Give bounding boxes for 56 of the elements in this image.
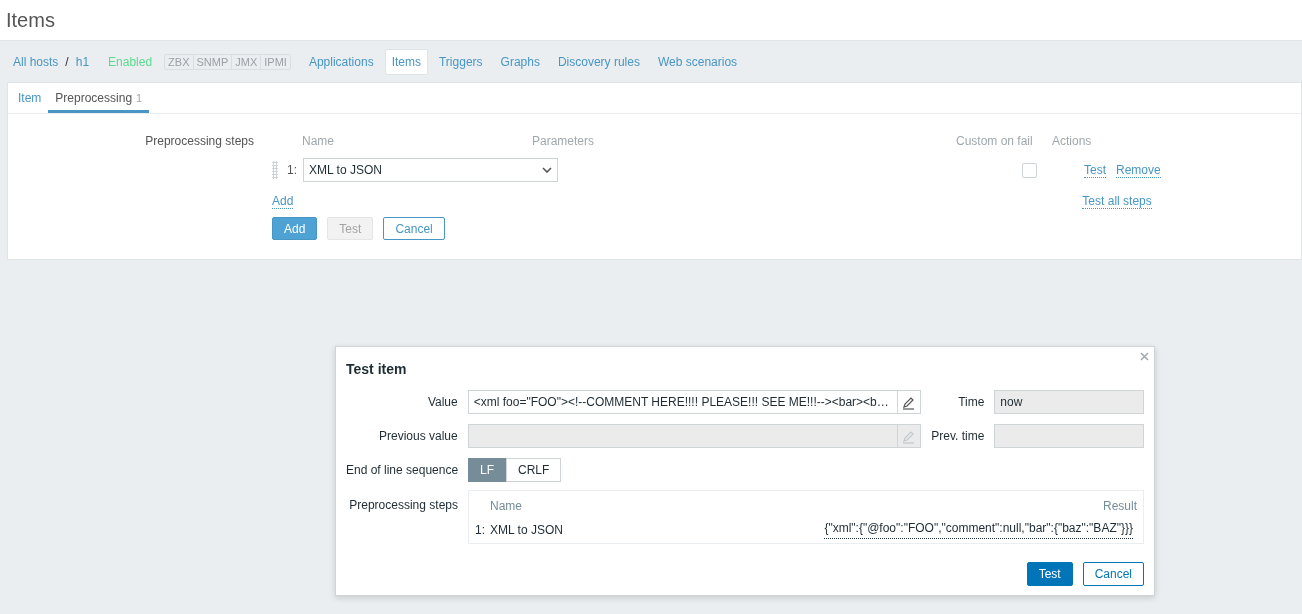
step-number: 1: [475, 522, 486, 539]
field-label: Value [426, 394, 459, 411]
form-button[interactable]: Add [272, 217, 318, 240]
time-field[interactable]: now [994, 390, 1144, 414]
nav-tab[interactable]: Graphs [493, 48, 547, 75]
form-tab[interactable]: Preprocessing 1 [48, 83, 150, 113]
nav-tab[interactable]: Triggers [432, 48, 490, 75]
breadcrumb-link[interactable]: All hosts [13, 52, 59, 71]
test-all-steps-link[interactable]: Test all steps [1082, 193, 1152, 209]
column-header: Parameters [532, 133, 596, 149]
step-result: {"xml":{"@foo":"FOO","comment":null,"bar":{"baz":"BAZ"}}} [824, 521, 1133, 539]
column-header: Name [490, 498, 522, 515]
field-label: Prev. time [930, 428, 986, 445]
availability-label: ZBX [167, 54, 191, 69]
dialog-button[interactable]: Test [1026, 562, 1073, 586]
field-label: Time [957, 394, 986, 411]
dialog-button[interactable]: Cancel [1082, 562, 1144, 586]
action-link[interactable]: Test [1084, 162, 1106, 178]
availability-label: SNMP [192, 54, 232, 69]
nav-tab[interactable]: Discovery rules [550, 48, 647, 75]
action-link[interactable]: Remove [1116, 162, 1161, 178]
step-number: 1: [287, 162, 298, 179]
previous-time-field[interactable] [994, 424, 1144, 448]
breadcrumb-link[interactable]: h1 [75, 52, 90, 71]
column-header: Custom on fail [956, 133, 1034, 149]
checkbox[interactable] [1022, 162, 1037, 178]
column-header: Result [1103, 498, 1137, 515]
chevron-down-icon [542, 167, 552, 173]
field-label: Previous value [378, 428, 459, 445]
breadcrumb-separator: / [65, 53, 69, 71]
add-link[interactable]: Add [272, 193, 294, 209]
field-label: Preprocessing steps [144, 133, 255, 150]
form-tab[interactable]: Item [11, 83, 49, 113]
nav-tab[interactable]: Items [384, 48, 428, 75]
status-label: Enabled [108, 53, 153, 71]
form-button[interactable]: Cancel [383, 217, 445, 240]
availability-label: IPMI [260, 54, 290, 69]
field-label: Preprocessing steps [348, 497, 459, 514]
segment-button[interactable]: CRLF [506, 458, 562, 482]
dialog-title: Test item [346, 360, 407, 379]
column-header: Name [301, 133, 335, 149]
nav-tab[interactable]: Web scenarios [650, 48, 745, 75]
column-header: Actions [1052, 133, 1093, 149]
step-type-select[interactable]: XML to JSON [303, 158, 558, 182]
value-field[interactable]: <xml foo="FOO"><!--COMMENT HERE!!!! PLEASE!!! SEE ME!!!--><bar><b… [467, 390, 897, 414]
form-button[interactable]: Test [327, 217, 374, 240]
nav-tab[interactable]: Applications [301, 48, 381, 75]
close-icon[interactable] [1140, 352, 1149, 361]
segment-button[interactable]: LF [468, 458, 506, 482]
step-name: XML to JSON [490, 522, 564, 539]
edit-button[interactable] [896, 390, 921, 414]
previous-value-field[interactable] [467, 424, 897, 448]
availability-label: JMX [231, 54, 261, 69]
field-label: End of line sequence [346, 462, 460, 479]
drag-handle-icon[interactable] [272, 161, 278, 179]
page-title: Items [6, 8, 55, 33]
